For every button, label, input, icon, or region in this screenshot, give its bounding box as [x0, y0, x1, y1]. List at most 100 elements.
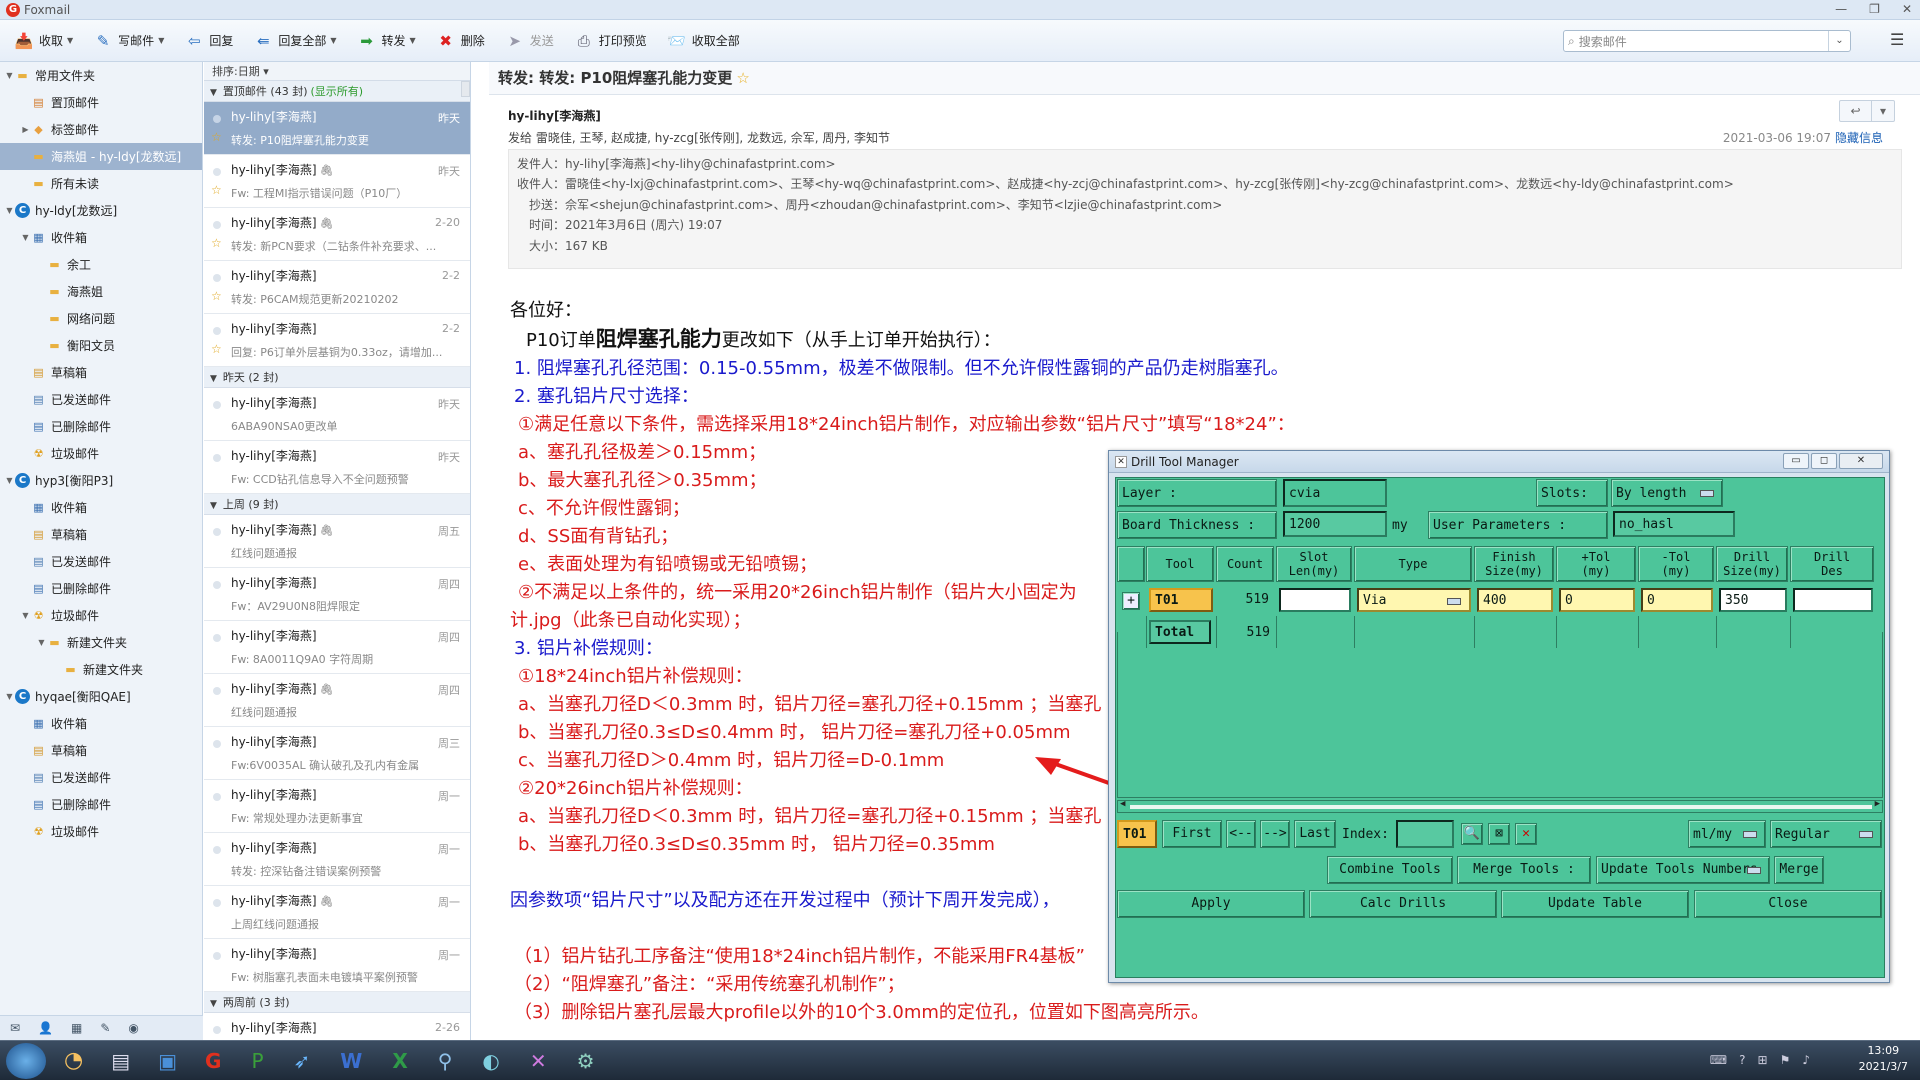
- mail-group-header[interactable]: ▼ 两周前 (3 封): [204, 992, 470, 1013]
- hide-info-link[interactable]: 隐藏信息: [1835, 131, 1883, 145]
- current-tool-field[interactable]: T01: [1117, 820, 1157, 848]
- folder-item[interactable]: ▼ ▬ 常用文件夹: [0, 62, 202, 89]
- scroll-right-icon[interactable]: ▶: [1875, 799, 1880, 809]
- x-app-icon[interactable]: ✕: [530, 1049, 547, 1073]
- scroll-left-icon[interactable]: ◀: [1120, 799, 1125, 809]
- folder-item[interactable]: ▤ 草稿箱: [0, 737, 202, 764]
- finish-size-field[interactable]: 400: [1477, 588, 1553, 612]
- toolbar-button-inbox-all[interactable]: 📨 收取全部: [667, 32, 739, 50]
- board-thickness-field[interactable]: 1200: [1283, 511, 1387, 537]
- collapse-icon[interactable]: ▼: [210, 999, 217, 1009]
- mail-list-item[interactable]: hy-lihy[李海燕] 周一 Fw: 树脂塞孔表面未电镀填平案例预警: [204, 939, 470, 992]
- toolbar-button-reply-all[interactable]: ⇚ 回复全部 ▼: [253, 32, 336, 50]
- folder-item[interactable]: ▤ 已删除邮件: [0, 791, 202, 818]
- expand-toggle-icon[interactable]: ▼: [4, 206, 15, 215]
- unread-dot-icon[interactable]: [213, 327, 221, 335]
- collapse-icon[interactable]: ▼: [210, 88, 217, 98]
- folder-item[interactable]: ▤ 已发送邮件: [0, 386, 202, 413]
- notes-icon[interactable]: ✎: [100, 1021, 110, 1035]
- mail-list-item[interactable]: hy-lihy[李海燕] 周一 Fw: 常规处理办法更新事宜: [204, 780, 470, 833]
- unread-dot-icon[interactable]: [213, 846, 221, 854]
- folder-item[interactable]: ▼ ☢ 垃圾邮件: [0, 602, 202, 629]
- prev-button[interactable]: <--: [1226, 820, 1256, 848]
- expand-toggle-icon[interactable]: ▼: [20, 233, 31, 242]
- shell-icon[interactable]: ◔: [64, 1048, 83, 1073]
- first-button[interactable]: First: [1162, 820, 1222, 848]
- folder-item[interactable]: ▬ 海燕姐 - hy-ldy[龙数远]: [0, 143, 202, 170]
- cc-value[interactable]: 佘军<shejun@chinafastprint.com>、周丹<zhoudan…: [565, 198, 1222, 212]
- unread-dot-icon[interactable]: [213, 528, 221, 536]
- slots-select[interactable]: By length: [1611, 479, 1723, 507]
- mail-list-item[interactable]: hy-lihy[李海燕] 🖇 周一 上周红线问题通报: [204, 886, 470, 939]
- tool-name-cell[interactable]: T01: [1149, 588, 1213, 612]
- calendar-icon[interactable]: ▦: [71, 1021, 82, 1035]
- folder-item[interactable]: ▤ 已删除邮件: [0, 575, 202, 602]
- close-icon[interactable]: ✕: [1839, 453, 1883, 469]
- folder-item[interactable]: ▤ 置顶邮件: [0, 89, 202, 116]
- sender-name[interactable]: hy-lihy[李海燕]: [508, 107, 601, 124]
- update-tools-numbers-button[interactable]: Update Tools Numbers: [1596, 856, 1770, 884]
- help-icon[interactable]: ?: [1739, 1053, 1745, 1067]
- unread-dot-icon[interactable]: [213, 952, 221, 960]
- unread-dot-icon[interactable]: [213, 581, 221, 589]
- expand-toggle-icon[interactable]: ▼: [4, 476, 15, 485]
- toolbar-button-inbox[interactable]: 📥 收取 ▼: [14, 32, 74, 50]
- units-select[interactable]: ml/my: [1688, 820, 1766, 848]
- mail-list-item[interactable]: hy-lihy[李海燕] 2-26: [204, 1013, 470, 1040]
- app-p-icon[interactable]: P: [251, 1049, 263, 1073]
- scroll-thumb[interactable]: [1130, 805, 1872, 809]
- expand-toggle-icon[interactable]: ▶: [20, 125, 31, 134]
- contacts-icon[interactable]: 👤: [38, 1021, 53, 1035]
- collapse-icon[interactable]: ▼: [210, 374, 217, 384]
- sort-selector[interactable]: 排序:日期 ▾: [204, 62, 470, 81]
- zoom-icon[interactable]: ⊠: [1488, 823, 1510, 845]
- toolbar-button-pen[interactable]: ✎ 写邮件 ▼: [93, 32, 164, 50]
- mail-list-item[interactable]: hy-lihy[李海燕] 周四 Fw: 8A0011Q9A0 字符周期: [204, 621, 470, 674]
- user-parameters-field[interactable]: no_hasl: [1613, 511, 1735, 537]
- start-button[interactable]: [6, 1042, 46, 1079]
- expand-toggle-icon[interactable]: ▼: [4, 692, 15, 701]
- folder-item[interactable]: ☢ 垃圾邮件: [0, 440, 202, 467]
- clear-icon[interactable]: ✕: [1515, 823, 1537, 845]
- mail-list-item[interactable]: ☆ hy-lihy[李海燕] 2-2 回复: P6订单外层基铜为0.33oz，请增加.…: [204, 314, 470, 367]
- expand-row-button[interactable]: +: [1122, 592, 1140, 610]
- fish-icon[interactable]: ◐: [482, 1049, 499, 1073]
- chevron-down-icon[interactable]: ▼: [67, 36, 73, 45]
- scrollbar[interactable]: [461, 81, 470, 97]
- reply-icon[interactable]: ↩: [1840, 101, 1872, 121]
- mail-list-item[interactable]: hy-lihy[李海燕] 🖇 周四 红线问题通报: [204, 674, 470, 727]
- toolbar-button-print[interactable]: ⎙ 打印预览: [574, 32, 647, 50]
- folder-item[interactable]: ▼ Chy-ldy[龙数远]: [0, 197, 202, 224]
- toolbar-button-forward[interactable]: ➡ 转发 ▼: [357, 32, 416, 50]
- chevron-down-icon[interactable]: ⌄: [1828, 31, 1850, 51]
- chevron-down-icon[interactable]: ▼: [158, 36, 164, 45]
- keyboard-icon[interactable]: ⌨: [1710, 1053, 1727, 1067]
- mail-icon[interactable]: ✉: [10, 1021, 20, 1035]
- chevron-down-icon[interactable]: ▼: [410, 36, 416, 45]
- drill-des-field[interactable]: [1793, 588, 1873, 612]
- search-input[interactable]: ⌕ 搜索邮件 ⌄: [1563, 30, 1851, 52]
- folder-item[interactable]: ▤ 草稿箱: [0, 359, 202, 386]
- mail-list-item[interactable]: ☆ hy-lihy[李海燕] 2-2 转发: P6CAM规范更新20210202: [204, 261, 470, 314]
- folder-item[interactable]: ▤ 草稿箱: [0, 521, 202, 548]
- minimize-icon[interactable]: —: [1835, 2, 1847, 16]
- slot-len-field[interactable]: [1279, 588, 1351, 612]
- menu-icon[interactable]: ☰: [1890, 30, 1904, 49]
- unread-dot-icon[interactable]: [213, 899, 221, 907]
- mail-group-header[interactable]: ▼ 置顶邮件 (43 封) (显示所有): [204, 81, 470, 102]
- folder-item[interactable]: ☢ 垃圾邮件: [0, 818, 202, 845]
- toolbar-button-reply[interactable]: ⇦ 回复: [184, 32, 233, 50]
- calc-drills-button[interactable]: Calc Drills: [1309, 890, 1497, 918]
- mail-list-item[interactable]: ☆ hy-lihy[李海燕] 昨天 转发: P10阻焊塞孔能力变更: [204, 102, 470, 155]
- chevron-down-icon[interactable]: ▼: [330, 36, 336, 45]
- expand-toggle-icon[interactable]: ▼: [4, 71, 15, 80]
- folder-item[interactable]: ▬ 余工: [0, 251, 202, 278]
- folder-item[interactable]: ▤ 已发送邮件: [0, 764, 202, 791]
- mail-list-item[interactable]: hy-lihy[李海燕] 周一 转发: 控深钻备注错误案例预警: [204, 833, 470, 886]
- folder-item[interactable]: ▤ 已删除邮件: [0, 413, 202, 440]
- layer-field[interactable]: cvia: [1283, 479, 1387, 507]
- star-icon[interactable]: ☆: [211, 342, 222, 356]
- folder-item[interactable]: ▬ 网络问题: [0, 305, 202, 332]
- to-value[interactable]: 雷晓佳<hy-lxj@chinafastprint.com>、王琴<hy-wq@…: [565, 177, 1734, 191]
- minimize-icon[interactable]: ▭: [1783, 453, 1809, 469]
